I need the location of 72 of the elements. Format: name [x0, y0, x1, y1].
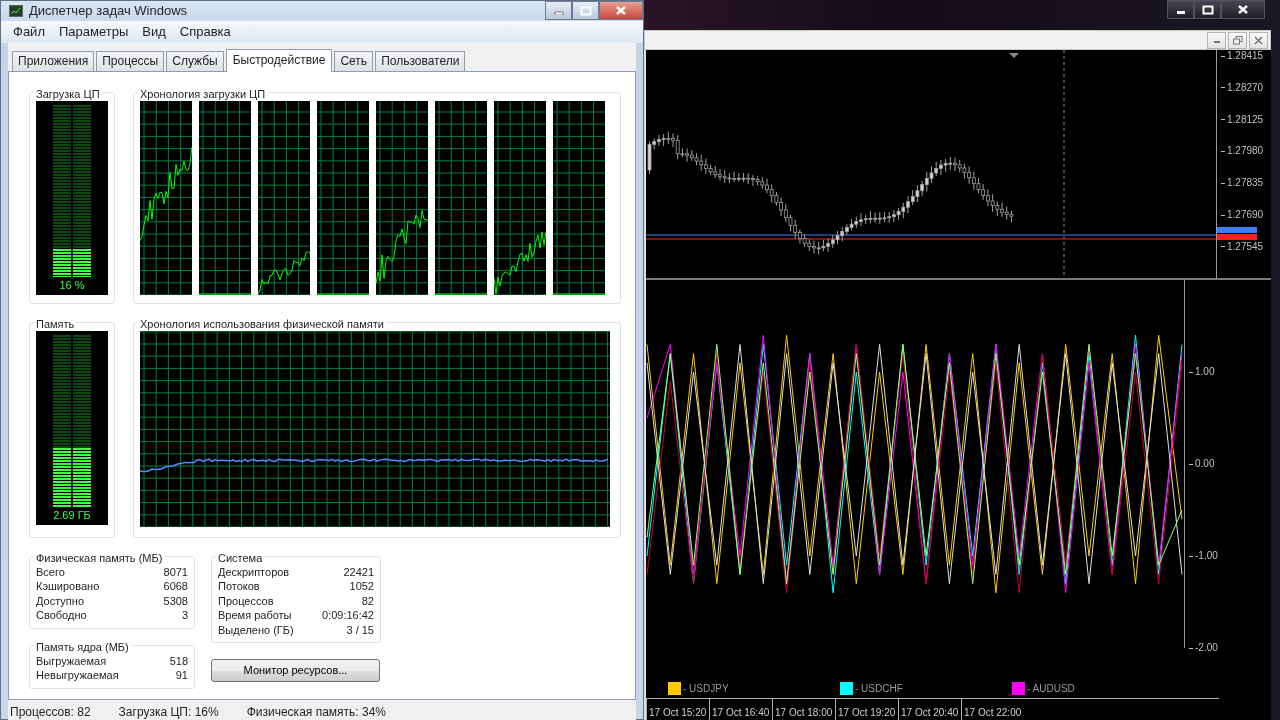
stat-value: 82: [361, 593, 374, 608]
app-icon: [9, 4, 23, 17]
axis-label: 1.27545: [1221, 240, 1264, 253]
tab[interactable]: Быстродействие: [225, 48, 333, 72]
meter-reading: 16 %: [59, 277, 85, 293]
stat-label: Доступно: [36, 593, 84, 608]
axis-label: 1.27690: [1221, 209, 1264, 221]
stat-label: Время работы: [218, 608, 292, 623]
time-label: 17 Oct 18:00: [772, 699, 835, 720]
stat-label: Потоков: [218, 579, 260, 594]
stat-label: Выделено (ГБ): [218, 622, 294, 637]
stat-value: 1052: [349, 579, 374, 594]
stat-label: Свободно: [36, 608, 87, 623]
time-label: 17 Oct 22:00: [961, 699, 1024, 720]
axis-label: -1.00: [1189, 550, 1218, 562]
stat-label: Всего: [36, 564, 65, 579]
stat-value: 3 / 15: [346, 622, 374, 637]
close-icon: [1237, 4, 1249, 15]
stat-label: Кэшировано: [36, 579, 100, 594]
legend-label: - USDCHF: [855, 681, 903, 696]
status-text: Физическая память: 34%: [246, 703, 386, 720]
axis-label: 1.28415: [1221, 50, 1264, 62]
menu-item[interactable]: Вид: [136, 20, 172, 43]
tab[interactable]: Пользователи: [375, 50, 466, 71]
time-label: 17 Oct 20:40: [898, 699, 961, 720]
menu-item[interactable]: Справка: [173, 20, 237, 43]
axis-label: -2.00: [1189, 642, 1218, 654]
status-text: Процессов: 82: [10, 703, 91, 720]
meter-reading: 2.69 ГБ: [53, 507, 91, 523]
axis-label: 0.00: [1189, 458, 1215, 470]
stat-value: 3: [181, 608, 188, 623]
stat-label: Невыгружаемая: [36, 668, 119, 683]
close-button[interactable]: [1221, 0, 1265, 19]
time-label: 17 Oct 15:20: [646, 699, 709, 720]
stat-label: Процессов: [218, 593, 274, 608]
close-icon: [1254, 35, 1263, 45]
stat-label: Дескрипторов: [218, 564, 290, 579]
resource-monitor-button[interactable]: Монитор ресурсов...: [211, 659, 380, 682]
group-title: Хронология использования физической памяти: [138, 316, 386, 331]
menu-item[interactable]: Файл: [7, 20, 51, 43]
stat-value: 518: [169, 653, 188, 668]
legend-label: - USDJPY: [683, 681, 729, 696]
marker-icon: [1009, 53, 1019, 58]
axis-label: 1.28270: [1221, 81, 1264, 94]
tab[interactable]: Процессы: [96, 50, 165, 71]
legend-label: - AUDUSD: [1027, 681, 1075, 696]
restore-icon: [1232, 35, 1243, 45]
axis-label: 1.00: [1189, 366, 1215, 378]
maximize-icon: [579, 5, 592, 16]
tab[interactable]: Службы: [166, 50, 224, 71]
axis-label: 1.27980: [1221, 145, 1264, 158]
status-text: Загрузка ЦП: 16%: [118, 703, 219, 720]
time-label: 17 Oct 16:40: [709, 699, 772, 720]
close-icon: [615, 5, 627, 16]
axis-label: 1.27835: [1221, 177, 1264, 190]
window-title: Диспетчер задач Windows: [29, 2, 188, 20]
stat-label: Выгружаемая: [36, 653, 107, 668]
stat-value: 22421: [343, 564, 374, 579]
restore-button[interactable]: [1228, 31, 1247, 49]
maximize-icon: [1201, 4, 1214, 15]
stat-value: 6068: [163, 579, 188, 594]
time-label: 17 Oct 19:20: [835, 699, 898, 720]
menu-item[interactable]: Параметры: [52, 20, 135, 43]
tab[interactable]: Приложения: [12, 50, 95, 71]
tab[interactable]: Сеть: [334, 50, 374, 71]
minimize-button[interactable]: [1167, 0, 1194, 19]
stat-value: 5308: [163, 593, 188, 608]
maximize-button[interactable]: [1194, 0, 1221, 19]
stat-value: 91: [175, 668, 188, 683]
axis-label: 1.28125: [1221, 113, 1264, 126]
stat-value: 8071: [163, 564, 188, 579]
stat-value: 0:09:16:42: [322, 608, 374, 623]
